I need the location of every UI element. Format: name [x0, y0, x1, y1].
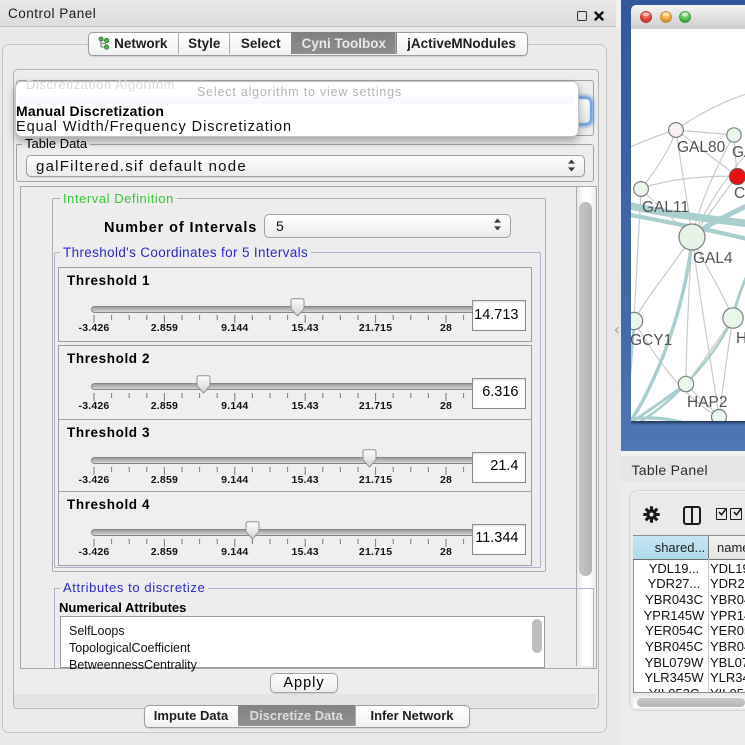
svg-text:H: H [736, 330, 745, 347]
svg-text:GA: GA [732, 144, 745, 161]
svg-text:GAL80: GAL80 [677, 139, 726, 156]
svg-text:GCY1: GCY1 [631, 332, 672, 349]
svg-text:GAL4: GAL4 [693, 250, 733, 267]
svg-text:C: C [734, 185, 745, 202]
svg-text:HAP2: HAP2 [687, 394, 728, 411]
svg-text:GAL11: GAL11 [642, 199, 689, 216]
